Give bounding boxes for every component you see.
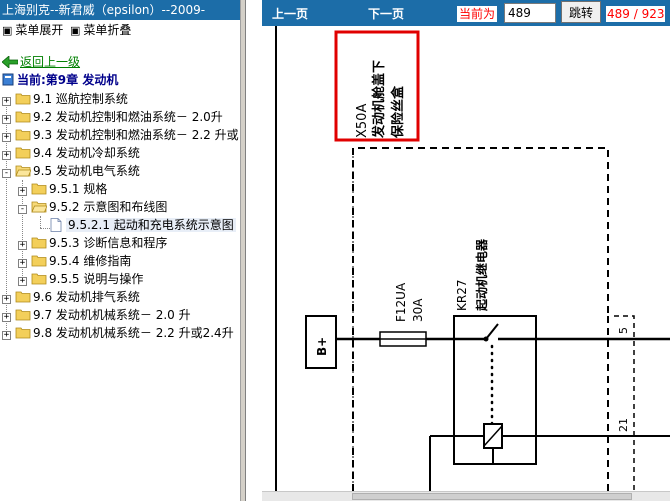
- expand-toggle-icon[interactable]: +: [18, 259, 27, 268]
- folder-icon: [31, 255, 47, 267]
- folder-icon: [15, 129, 31, 141]
- current-chapter-label: 当前:第9章 发动机: [17, 73, 119, 87]
- folder-icon: [15, 309, 31, 321]
- fuse-rating: 30A: [411, 298, 425, 322]
- tree-item[interactable]: + 9.5.1 规格: [18, 180, 107, 198]
- folder-open-icon: [31, 201, 47, 213]
- expand-icon: ▣: [2, 24, 13, 37]
- fuse-name: F12UA: [394, 282, 408, 322]
- expand-toggle-icon[interactable]: +: [2, 115, 11, 124]
- battery-label: B+: [315, 337, 329, 356]
- wiring-diagram: X50A 发动机舱盖下 保险丝盒 5 21 B+ F12UA 30A KR27 …: [262, 26, 670, 491]
- page-toolbar: 上一页 下一页 当前为 跳转 489 / 923: [262, 0, 670, 26]
- folder-icon: [15, 291, 31, 303]
- tree-item-label: 9.5.2 示意图和布线图: [49, 200, 168, 214]
- tree-item[interactable]: + 9.4 发动机冷却系统: [2, 144, 140, 162]
- tree-item-label: 9.5.5 说明与操作: [49, 272, 144, 286]
- tree-item[interactable]: + 9.8 发动机机械系统－ 2.2 升或2.4升: [2, 324, 234, 342]
- expand-toggle-icon[interactable]: +: [2, 97, 11, 106]
- expand-toggle-icon[interactable]: +: [2, 313, 11, 322]
- pane-splitter[interactable]: [240, 0, 262, 501]
- collapse-toggle-icon[interactable]: -: [2, 169, 11, 178]
- connector-label: X50A: [355, 104, 370, 138]
- tree-item-label: 9.6 发动机排气系统: [33, 290, 140, 304]
- expand-toggle-icon[interactable]: +: [2, 133, 11, 142]
- navigation-pane: 上海别克--新君威（epsilon）--2009- ▣ 菜单展开 ▣ 菜单折叠 返回…: [0, 0, 240, 501]
- tree-item[interactable]: + 9.7 发动机机械系统－ 2.0 升: [2, 306, 191, 324]
- expand-toggle-icon[interactable]: +: [18, 241, 27, 250]
- expand-toggle-icon[interactable]: +: [18, 277, 27, 286]
- expand-menu-button[interactable]: ▣ 菜单展开: [2, 22, 63, 38]
- tree-item[interactable]: - 9.5 发动机电气系统: [2, 162, 140, 180]
- back-arrow-icon: [2, 56, 18, 68]
- tree-item-label: 9.8 发动机机械系统－ 2.2 升或2.4升: [33, 326, 234, 340]
- document-icon: [50, 218, 62, 232]
- relay-description: 起动机继电器: [474, 238, 489, 312]
- tree-item[interactable]: + 9.5.4 维修指南: [18, 252, 131, 270]
- current-chapter: 当前:第9章 发动机: [2, 72, 118, 88]
- tree-item-label: 9.5.2.1 起动和充电系统示意图: [66, 218, 236, 232]
- jump-button[interactable]: 跳转: [561, 1, 601, 23]
- book-icon: [2, 73, 14, 86]
- folder-icon: [15, 327, 31, 339]
- tree-item[interactable]: + 9.6 发动机排气系统: [2, 288, 140, 306]
- prev-page-button[interactable]: 上一页: [272, 5, 308, 22]
- collapse-icon: ▣: [70, 24, 81, 37]
- pin-5-label: 5: [617, 327, 630, 334]
- expand-toggle-icon[interactable]: +: [2, 295, 11, 304]
- folder-icon: [31, 273, 47, 285]
- folder-icon: [15, 111, 31, 123]
- tree-item[interactable]: + 9.3 发动机控制和燃油系统－ 2.2 升或: [2, 126, 239, 144]
- next-page-button[interactable]: 下一页: [368, 5, 404, 22]
- page-count: 489 / 923: [606, 6, 666, 22]
- scrollbar-thumb[interactable]: [352, 493, 632, 500]
- viewer-pane: 上一页 下一页 当前为 跳转 489 / 923 X50A 发动机舱盖下 保险丝…: [262, 0, 670, 501]
- tree-item[interactable]: + 9.5.5 说明与操作: [18, 270, 143, 288]
- tree-item[interactable]: + 9.5.3 诊断信息和程序: [18, 234, 167, 252]
- manual-title: 上海别克--新君威（epsilon）--2009-: [0, 0, 240, 20]
- expand-toggle-icon[interactable]: +: [2, 151, 11, 160]
- fuse-box-boundary: [352, 147, 609, 491]
- tree-item-label: 9.5.3 诊断信息和程序: [49, 236, 168, 250]
- splitter-handle[interactable]: [241, 0, 246, 501]
- folder-open-icon: [15, 165, 31, 177]
- folder-icon: [15, 147, 31, 159]
- page-number-input[interactable]: [504, 3, 556, 23]
- fuse-box-label-1: 发动机舱盖下: [371, 60, 387, 139]
- tree-item-label: 9.5 发动机电气系统: [33, 164, 140, 178]
- tree-item-label: 9.1 巡航控制系统: [33, 92, 128, 106]
- tree-item[interactable]: 9.5.2.1 起动和充电系统示意图: [50, 216, 236, 234]
- folder-icon: [15, 93, 31, 105]
- tree-item[interactable]: + 9.2 发动机控制和燃油系统－ 2.0升: [2, 108, 223, 126]
- tree-item-label: 9.2 发动机控制和燃油系统－ 2.0升: [33, 110, 223, 124]
- expand-toggle-icon[interactable]: +: [2, 331, 11, 340]
- tree-item-label: 9.7 发动机机械系统－ 2.0 升: [33, 308, 191, 322]
- pin-21-label: 21: [617, 418, 630, 432]
- tree-item-label: 9.5.1 规格: [49, 182, 108, 196]
- tree-item[interactable]: - 9.5.2 示意图和布线图: [18, 198, 167, 216]
- relay-name: KR27: [455, 280, 469, 311]
- schematic-svg: X50A 发动机舱盖下 保险丝盒 5 21 B+ F12UA 30A KR27 …: [275, 26, 670, 491]
- collapse-menu-label: 菜单折叠: [83, 23, 132, 37]
- relay-switch-contact: [485, 323, 499, 340]
- tree-item-label: 9.4 发动机冷却系统: [33, 146, 140, 160]
- expand-toggle-icon[interactable]: +: [18, 187, 27, 196]
- folder-icon: [31, 237, 47, 249]
- back-link-label: 返回上一级: [20, 55, 81, 69]
- tree-item-label: 9.5.4 维修指南: [49, 254, 132, 268]
- horizontal-scrollbar[interactable]: [262, 491, 670, 501]
- back-link[interactable]: 返回上一级: [2, 54, 80, 70]
- collapse-toggle-icon[interactable]: -: [18, 205, 27, 214]
- connector-c1: [614, 315, 635, 491]
- collapse-menu-button[interactable]: ▣ 菜单折叠: [70, 22, 131, 38]
- folder-icon: [31, 183, 47, 195]
- tree-item[interactable]: + 9.1 巡航控制系统: [2, 90, 128, 108]
- current-page-label: 当前为: [457, 6, 498, 22]
- tree-item-label: 9.3 发动机控制和燃油系统－ 2.2 升或: [33, 128, 239, 142]
- fuse-box-label-2: 保险丝盒: [390, 85, 406, 139]
- expand-menu-label: 菜单展开: [15, 23, 64, 37]
